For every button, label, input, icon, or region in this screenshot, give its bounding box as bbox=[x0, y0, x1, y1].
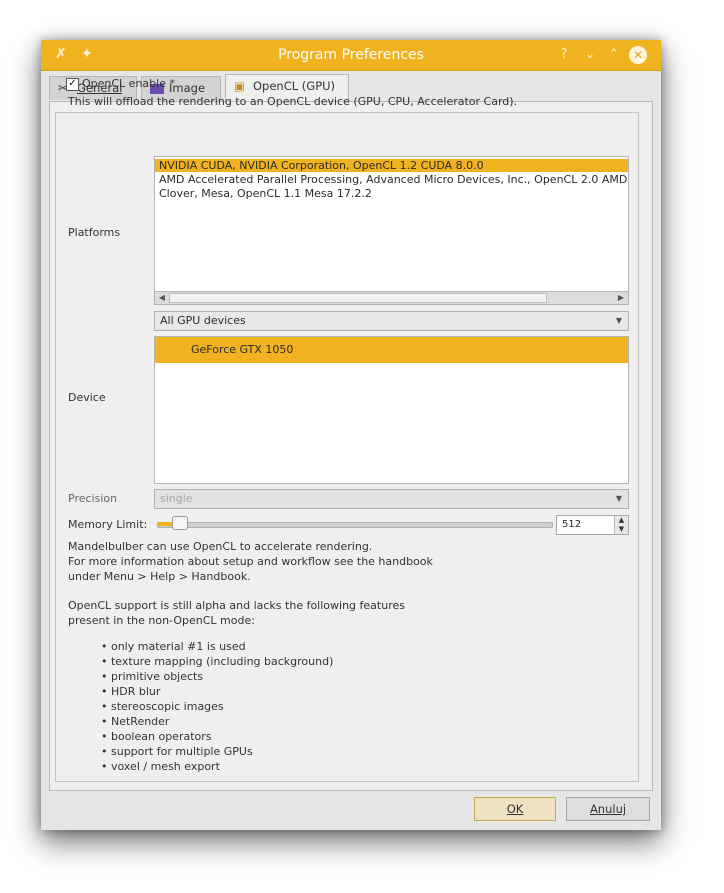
precision-select[interactable]: single ▼ bbox=[154, 489, 629, 509]
scroll-left-icon[interactable]: ◀ bbox=[156, 292, 168, 304]
info-line: under Menu > Help > Handbook. bbox=[68, 570, 251, 583]
feature-item: • stereoscopic images bbox=[101, 700, 224, 713]
feature-item: • primitive objects bbox=[101, 670, 204, 683]
opencl-enable-checkbox[interactable]: ✓ bbox=[66, 78, 79, 91]
device-type-select[interactable]: All GPU devices ▼ bbox=[154, 311, 629, 331]
feature-item: • support for multiple GPUs bbox=[101, 745, 253, 758]
scroll-right-icon[interactable]: ▶ bbox=[615, 292, 627, 304]
memory-limit-value: 512 bbox=[562, 519, 582, 530]
alpha-line: present in the non-OpenCL mode: bbox=[68, 614, 255, 627]
memory-limit-spinbox[interactable]: 512 ▲ ▼ bbox=[556, 515, 629, 535]
maximize-button[interactable]: ⌃ bbox=[605, 46, 623, 64]
device-list[interactable]: GeForce GTX 1050 bbox=[154, 336, 629, 484]
precision-label: Precision bbox=[68, 492, 118, 505]
alpha-line: OpenCL support is still alpha and lacks … bbox=[68, 599, 405, 612]
memory-limit-label: Memory Limit: bbox=[68, 518, 148, 531]
cancel-button-label: Anuluj bbox=[589, 802, 627, 816]
info-line: For more information about setup and wor… bbox=[68, 555, 433, 568]
minimize-button[interactable]: ⌄ bbox=[581, 46, 599, 64]
feature-item: • texture mapping (including background) bbox=[101, 655, 334, 668]
cancel-button[interactable]: Anuluj bbox=[566, 797, 650, 821]
chevron-down-icon: ▼ bbox=[615, 494, 622, 503]
feature-item: • NetRender bbox=[101, 715, 170, 728]
memory-limit-slider-handle[interactable] bbox=[172, 516, 188, 530]
precision-value: single bbox=[160, 492, 193, 505]
feature-item: • only material #1 is used bbox=[101, 640, 246, 653]
ok-button-label: OK bbox=[506, 802, 524, 816]
spin-buttons[interactable]: ▲ ▼ bbox=[614, 516, 628, 534]
close-button[interactable]: ✕ bbox=[629, 46, 647, 64]
scrollbar-thumb[interactable] bbox=[169, 293, 547, 303]
platforms-label: Platforms bbox=[68, 226, 121, 239]
platforms-horizontal-scrollbar[interactable]: ◀ ▶ bbox=[154, 291, 629, 305]
feature-item: • boolean operators bbox=[101, 730, 212, 743]
memory-limit-slider-track[interactable] bbox=[157, 522, 553, 528]
tab-opencl-label: OpenCL (GPU) bbox=[253, 79, 336, 93]
opencl-description: This will offload the rendering to an Op… bbox=[68, 95, 518, 108]
help-button[interactable]: ? bbox=[555, 46, 573, 64]
title-bar[interactable]: ✗ ✦ Program Preferences ? ⌄ ⌃ ✕ bbox=[41, 40, 661, 71]
platform-item[interactable]: AMD Accelerated Parallel Processing, Adv… bbox=[155, 173, 628, 186]
feature-item: • voxel / mesh export bbox=[101, 760, 220, 773]
info-line: Mandelbulber can use OpenCL to accelerat… bbox=[68, 540, 373, 553]
device-label: Device bbox=[68, 391, 106, 404]
gpu-icon: ▣ bbox=[234, 79, 245, 93]
device-item[interactable]: GeForce GTX 1050 bbox=[155, 337, 628, 363]
platforms-list[interactable]: NVIDIA CUDA, NVIDIA Corporation, OpenCL … bbox=[154, 156, 629, 292]
platform-item[interactable]: Clover, Mesa, OpenCL 1.1 Mesa 17.2.2 bbox=[155, 187, 628, 200]
chevron-down-icon: ▼ bbox=[615, 316, 622, 325]
feature-item: • HDR blur bbox=[101, 685, 161, 698]
device-type-value: All GPU devices bbox=[160, 314, 246, 327]
platform-item[interactable]: NVIDIA CUDA, NVIDIA Corporation, OpenCL … bbox=[155, 159, 628, 172]
ok-button[interactable]: OK bbox=[474, 797, 556, 821]
opencl-enable-label: OpenCL enable * bbox=[82, 77, 175, 90]
